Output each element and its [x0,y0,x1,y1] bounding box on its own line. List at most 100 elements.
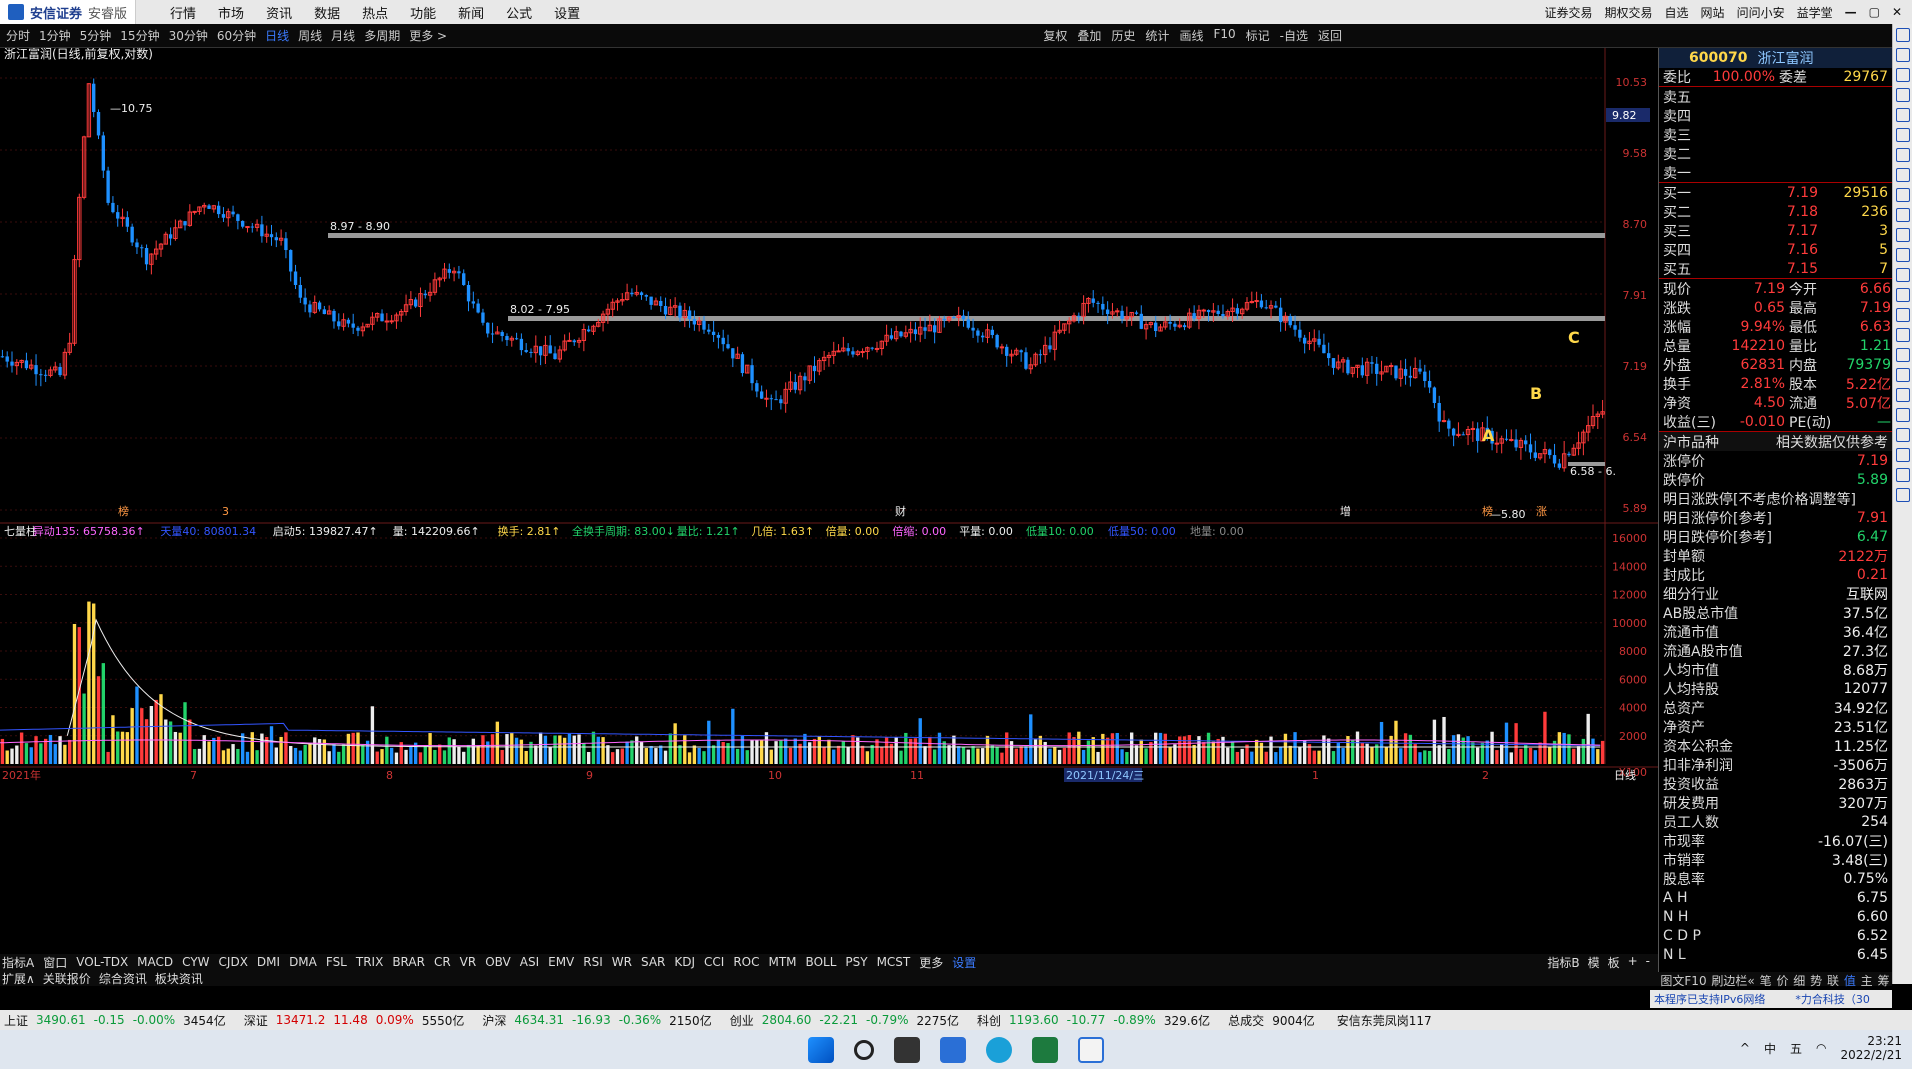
indicator-tab[interactable]: CYW [182,955,209,969]
indicator-right-item[interactable]: 模 [1588,954,1600,971]
excel-icon[interactable] [1032,1036,1058,1063]
indicator-right-item[interactable]: 指标B [1547,954,1579,971]
tool-icon[interactable] [1895,188,1910,202]
tool-icon[interactable] [1895,308,1910,322]
tool-icon[interactable] [1895,28,1910,42]
ime-indicator[interactable]: 中 [1764,1040,1776,1057]
indicator-tab[interactable]: CCI [704,955,724,969]
indicator-tab[interactable]: VOL-TDX [76,955,128,969]
right-menu-item[interactable]: 益学堂 [1797,4,1833,21]
indicator-tab[interactable]: FSL [326,955,347,969]
ime-mode[interactable]: 五 [1790,1040,1802,1057]
tool-icon[interactable] [1895,88,1910,102]
tool-icon[interactable] [1895,288,1910,302]
chart-tool[interactable]: 统计 [1145,27,1169,44]
period-tab[interactable]: 多周期 [364,27,400,44]
period-tab[interactable]: 30分钟 [169,27,208,44]
right-menu-item[interactable]: 问问小安 [1737,4,1785,21]
indicator-tab[interactable]: 设置 [952,954,976,971]
menu-item[interactable]: 行情 [170,3,196,22]
tool-icon[interactable] [1895,368,1910,382]
chart-tool[interactable]: 画线 [1179,27,1203,44]
indicator-tab[interactable]: WR [612,955,632,969]
trading-app-icon[interactable] [1078,1036,1104,1063]
right-menu-item[interactable]: 网站 [1701,4,1725,21]
indicator-right-item[interactable]: 板 [1608,954,1620,971]
tool-icon[interactable] [1895,488,1910,502]
kline-chart[interactable]: 10.53 9.58 8.70 7.91 7.19 6.54 5.89 9.82 浙江富润(日线… [0,48,1658,945]
indicator-tab[interactable]: ASI [520,955,539,969]
indicator-tab[interactable]: CR [434,955,451,969]
widgets-icon[interactable] [940,1036,966,1063]
chart-tool[interactable]: 复权 [1043,27,1067,44]
tool-icon[interactable] [1895,48,1910,62]
menu-item[interactable]: 热点 [362,3,388,22]
indicator-tab[interactable]: OBV [485,955,511,969]
indicator-tab[interactable]: BRAR [392,955,425,969]
menu-item[interactable]: 公式 [506,3,532,22]
tool-icon[interactable] [1895,108,1910,122]
tool-icon[interactable] [1895,208,1910,222]
indicator-tab[interactable]: RSI [583,955,603,969]
indicator-tab[interactable]: EMV [548,955,574,969]
indicator-tab[interactable]: DMA [289,955,317,969]
tool-icon[interactable] [1895,448,1910,462]
extension-tab[interactable]: 板块资讯 [155,970,203,987]
chart-tool[interactable]: 历史 [1111,27,1135,44]
window-control[interactable]: ✕ [1892,5,1902,19]
chart-tool[interactable]: -自选 [1280,27,1308,44]
indicator-tab[interactable]: VR [460,955,477,969]
indicator-tab[interactable]: 更多 [919,954,943,971]
indicator-right-item[interactable]: + [1628,954,1638,971]
tool-icon[interactable] [1895,128,1910,142]
chart-tool[interactable]: 叠加 [1077,27,1101,44]
menu-item[interactable]: 市场 [218,3,244,22]
chart-tool[interactable]: F10 [1213,27,1235,44]
indicator-tab[interactable]: ROC [733,955,759,969]
kline-chart-area[interactable]: 10.53 9.58 8.70 7.91 7.19 6.54 5.89 9.82 浙江富润(日线… [0,48,1658,945]
side-tab[interactable]: 主 [1861,972,1873,988]
menu-item[interactable]: 数据 [314,3,340,22]
indicator-tab[interactable]: TRIX [356,955,383,969]
tool-icon[interactable] [1895,428,1910,442]
tool-icon[interactable] [1895,328,1910,342]
indicator-tab[interactable]: BOLL [806,955,837,969]
extension-tab[interactable]: 扩展∧ [2,970,35,987]
tool-icon[interactable] [1895,248,1910,262]
period-tab[interactable]: 5分钟 [80,27,112,44]
side-tab[interactable]: 联 [1827,972,1839,988]
period-tab[interactable]: 周线 [298,27,322,44]
indicator-tab[interactable]: SAR [641,955,665,969]
period-tab[interactable]: 更多 > [409,27,447,44]
indicator-tab[interactable]: MTM [769,955,797,969]
indicator-tab[interactable]: MCST [877,955,911,969]
chart-tool[interactable]: 标记 [1246,27,1270,44]
tool-icon[interactable] [1895,388,1910,402]
tool-icon[interactable] [1895,268,1910,282]
indicator-tab[interactable]: 窗口 [43,954,67,971]
menu-item[interactable]: 功能 [410,3,436,22]
edge-icon[interactable] [986,1036,1012,1063]
tool-icon[interactable] [1895,68,1910,82]
window-control[interactable]: ▢ [1869,5,1880,19]
chart-tool[interactable]: 返回 [1318,27,1342,44]
tool-icon[interactable] [1895,168,1910,182]
side-tab[interactable]: 价 [1776,972,1788,988]
right-menu-item[interactable]: 证券交易 [1545,4,1593,21]
side-tab[interactable]: 图文F10 [1660,972,1706,988]
side-tab[interactable]: 值 [1844,972,1856,988]
period-tab[interactable]: 1分钟 [39,27,71,44]
extension-tab[interactable]: 综合资讯 [99,970,147,987]
indicator-tab[interactable]: PSY [845,955,867,969]
indicator-tab[interactable]: MACD [137,955,173,969]
period-tab[interactable]: 月线 [331,27,355,44]
menu-item[interactable]: 新闻 [458,3,484,22]
search-icon[interactable] [854,1039,874,1060]
side-tab[interactable]: 细 [1793,972,1805,988]
tool-icon[interactable] [1895,348,1910,362]
right-menu-item[interactable]: 期权交易 [1605,4,1653,21]
period-tab[interactable]: 60分钟 [217,27,256,44]
taskview-icon[interactable] [894,1036,920,1063]
tool-icon[interactable] [1895,468,1910,482]
start-icon[interactable] [808,1036,834,1063]
